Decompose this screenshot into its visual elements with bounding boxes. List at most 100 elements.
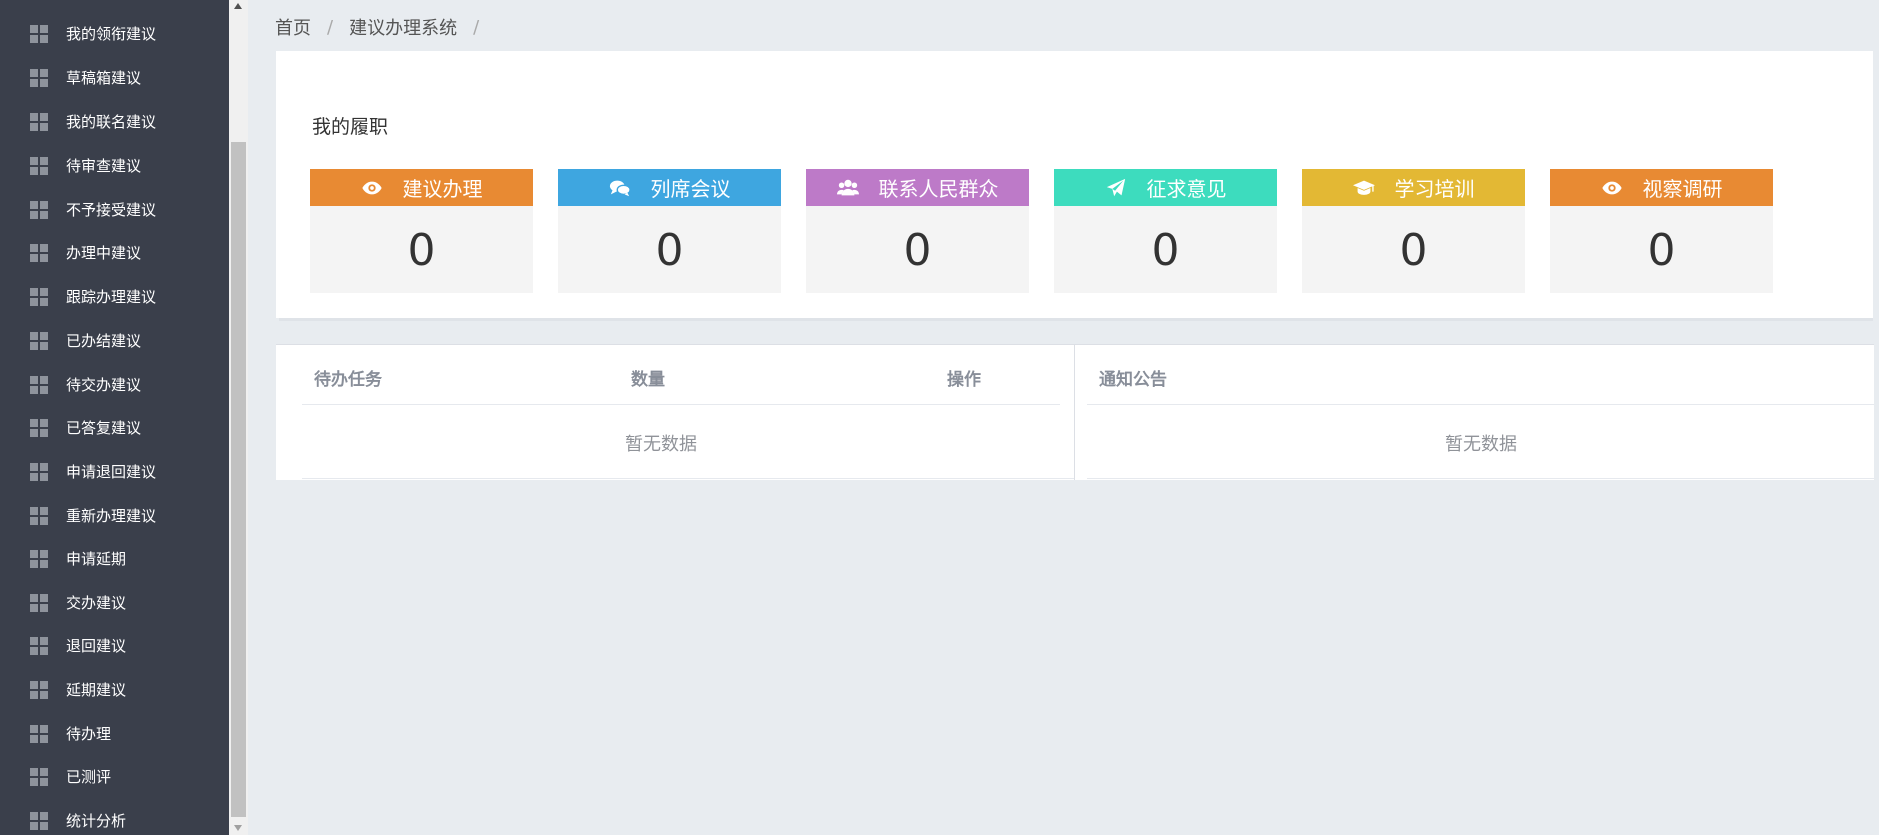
table-bottom-border <box>1087 478 1874 479</box>
sidebar-item-label: 跟踪办理建议 <box>66 287 157 306</box>
sidebar-item-draft-suggestions[interactable]: 草稿箱建议 <box>0 57 229 97</box>
grid-icon <box>30 288 48 306</box>
sidebar-item-returned[interactable]: 退回建议 <box>0 625 229 665</box>
grid-icon <box>30 681 48 699</box>
card-suggestion-handling[interactable]: 建议办理 0 <box>310 169 533 293</box>
empty-text: 暂无数据 <box>1445 434 1517 455</box>
card-header: 建议办理 <box>310 169 533 206</box>
sidebar-item-tracking[interactable]: 跟踪办理建议 <box>0 276 229 316</box>
performance-title: 我的履职 <box>312 116 389 138</box>
sidebar-item-label: 待办理 <box>66 724 112 743</box>
card-solicit-opinions[interactable]: 征求意见 0 <box>1054 169 1277 293</box>
grid-icon <box>30 463 48 481</box>
sidebar-item-label: 统计分析 <box>66 811 127 830</box>
scroll-down-arrow-icon[interactable] <box>229 819 248 835</box>
sidebar-item-label: 已办结建议 <box>66 331 142 350</box>
card-value: 0 <box>1151 225 1180 276</box>
breadcrumb: 首页 / 建议办理系统 / <box>275 14 495 40</box>
card-label: 联系人民群众 <box>878 177 999 201</box>
paper-plane-icon <box>1105 177 1127 199</box>
column-header-count[interactable]: 数量 <box>631 365 665 390</box>
grid-icon <box>30 725 48 743</box>
users-icon <box>836 177 859 199</box>
sidebar-item-reprocess[interactable]: 重新办理建议 <box>0 495 229 535</box>
card-header: 视察调研 <box>1550 169 1773 206</box>
sidebar-item-completed[interactable]: 已办结建议 <box>0 320 229 360</box>
eye-icon <box>361 177 383 199</box>
sidebar-item-label: 我的联名建议 <box>66 112 157 131</box>
card-value: 0 <box>903 225 932 276</box>
sidebar-item-label: 我的领衔建议 <box>66 24 157 43</box>
grid-icon <box>30 376 48 394</box>
panel-divider <box>279 318 1873 321</box>
card-value: 0 <box>655 225 684 276</box>
card-header: 联系人民群众 <box>806 169 1029 206</box>
breadcrumb-suggestion-system[interactable]: 建议办理系统 <box>349 14 457 40</box>
sidebar-item-statistics[interactable]: 统计分析 <box>0 800 229 835</box>
sidebar-scrollbar[interactable] <box>229 0 248 835</box>
breadcrumb-home[interactable]: 首页 <box>275 14 311 40</box>
card-value: 0 <box>407 225 436 276</box>
card-label: 建议办理 <box>402 177 483 201</box>
breadcrumb-separator: / <box>473 16 480 38</box>
empty-text: 暂无数据 <box>625 434 697 455</box>
graduation-cap-icon <box>1352 177 1375 199</box>
sidebar-item-label: 草稿箱建议 <box>66 68 142 87</box>
sidebar-item-pending-review[interactable]: 待审查建议 <box>0 145 229 185</box>
card-label: 学习培训 <box>1394 177 1475 201</box>
sidebar-item-pending-assign[interactable]: 待交办建议 <box>0 364 229 404</box>
sidebar-item-rejected[interactable]: 不予接受建议 <box>0 189 229 229</box>
sidebar-item-label: 退回建议 <box>66 636 127 655</box>
table-bottom-border <box>302 478 1074 479</box>
grid-icon <box>30 507 48 525</box>
sidebar-item-label: 办理中建议 <box>66 243 142 262</box>
breadcrumb-separator: / <box>327 16 334 38</box>
grid-icon <box>30 637 48 655</box>
grid-icon <box>30 69 48 87</box>
grid-icon <box>30 550 48 568</box>
grid-icon <box>30 812 48 830</box>
sidebar-item-my-lead-suggestions[interactable]: 我的领衔建议 <box>0 13 229 53</box>
card-label: 列席会议 <box>650 177 731 201</box>
scrollbar-thumb[interactable] <box>231 142 246 817</box>
sidebar-item-replied[interactable]: 已答复建议 <box>0 407 229 447</box>
sidebar-item-label: 延期建议 <box>66 680 127 699</box>
card-value: 0 <box>1647 225 1676 276</box>
sidebar-item-label: 待审查建议 <box>66 156 142 175</box>
grid-icon <box>30 419 48 437</box>
sidebar-item-label: 交办建议 <box>66 593 127 612</box>
sidebar-item-request-return[interactable]: 申请退回建议 <box>0 451 229 491</box>
card-label: 征求意见 <box>1146 177 1227 201</box>
header-divider <box>302 404 1060 405</box>
grid-icon <box>30 201 48 219</box>
sidebar-item-label: 申请延期 <box>66 549 127 568</box>
card-study-training[interactable]: 学习培训 0 <box>1302 169 1525 293</box>
grid-icon <box>30 594 48 612</box>
grid-icon <box>30 768 48 786</box>
column-header-task[interactable]: 待办任务 <box>314 365 382 390</box>
grid-icon <box>30 157 48 175</box>
sidebar-item-in-progress[interactable]: 办理中建议 <box>0 232 229 272</box>
card-inspection-research[interactable]: 视察调研 0 <box>1550 169 1773 293</box>
grid-icon <box>30 25 48 43</box>
sidebar-item-request-extension[interactable]: 申请延期 <box>0 538 229 578</box>
grid-icon <box>30 113 48 131</box>
tasks-table: 待办任务 数量 操作 暂无数据 <box>276 344 1074 480</box>
performance-panel: 我的履职 建议办理 0 列席会议 0 联系人民群众 0 征求意见 0 学习培训 … <box>276 51 1873 318</box>
sidebar-item-label: 已答复建议 <box>66 418 142 437</box>
scroll-up-arrow-icon[interactable] <box>229 0 248 16</box>
card-contact-people[interactable]: 联系人民群众 0 <box>806 169 1029 293</box>
column-header-action[interactable]: 操作 <box>947 365 981 390</box>
sidebar-item-evaluated[interactable]: 已测评 <box>0 756 229 796</box>
header-divider <box>1087 404 1874 405</box>
sidebar-item-extended[interactable]: 延期建议 <box>0 669 229 709</box>
card-header: 学习培训 <box>1302 169 1525 206</box>
card-attend-meetings[interactable]: 列席会议 0 <box>558 169 781 293</box>
sidebar-item-label: 申请退回建议 <box>66 462 157 481</box>
sidebar-item-assign[interactable]: 交办建议 <box>0 582 229 622</box>
sidebar-item-to-process[interactable]: 待办理 <box>0 713 229 753</box>
card-header: 列席会议 <box>558 169 781 206</box>
sidebar-item-joint-suggestions[interactable]: 我的联名建议 <box>0 101 229 141</box>
column-header-notice[interactable]: 通知公告 <box>1099 365 1167 390</box>
card-value: 0 <box>1399 225 1428 276</box>
